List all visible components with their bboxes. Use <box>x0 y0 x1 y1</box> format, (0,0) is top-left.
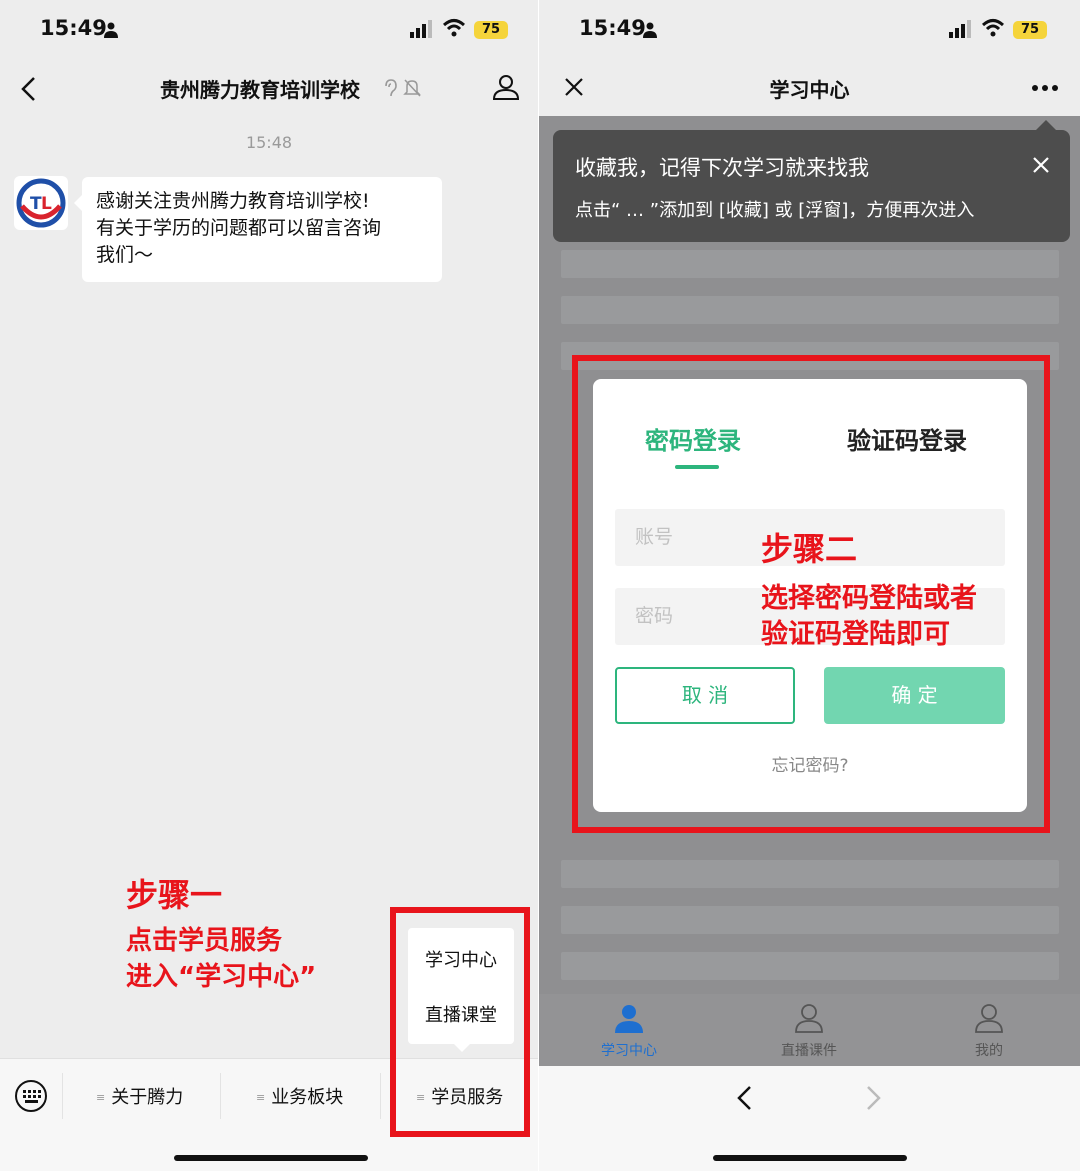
signal-icon <box>949 20 971 38</box>
placeholder-row <box>561 906 1059 934</box>
menu-label: 关于腾力 <box>111 1087 184 1108</box>
message-line: 感谢关注贵州腾力教育培训学校! <box>96 190 370 212</box>
placeholder-row <box>561 250 1059 278</box>
menu-divider <box>220 1073 221 1119</box>
placeholder-row <box>561 860 1059 888</box>
page-title: 学习中心 <box>769 78 850 102</box>
chat-title: 贵州腾力教育培训学校 <box>160 78 360 102</box>
study-center-screen: 15:49 75 学习中心 收藏我，记得下次学习就来找我 点击“ … ”添加到 … <box>539 0 1080 1171</box>
chat-info-user-icon[interactable] <box>492 73 520 101</box>
menu-about-tengli[interactable]: ≡ 关于腾力 <box>96 1083 183 1109</box>
person-icon <box>643 22 657 38</box>
tabbar-item-live-courseware[interactable]: 直播课件 <box>719 994 899 1066</box>
menu-label: 业务板块 <box>271 1087 344 1108</box>
tabbar-item-study-center[interactable]: 学习中心 <box>539 994 719 1066</box>
tip-title: 收藏我，记得下次学习就来找我 <box>575 156 869 180</box>
browser-back-icon[interactable] <box>735 1085 755 1111</box>
school-logo-avatar[interactable]: T L <box>14 176 68 230</box>
wechat-chat-screen: 15:49 75 贵州腾力教育培训学校 15:48 T L 感谢关注贵州腾力教育… <box>0 0 538 1171</box>
menu-divider <box>380 1073 381 1119</box>
wifi-icon <box>981 19 1005 37</box>
status-time: 15:49 <box>579 16 646 40</box>
tabbar-item-mine[interactable]: 我的 <box>899 994 1079 1066</box>
menu-divider <box>62 1073 63 1119</box>
message-line: 有关于学历的问题都可以留言咨询 <box>96 217 382 239</box>
step-one-title: 步骤一 <box>126 876 223 914</box>
menu-list-icon: ≡ <box>256 1091 266 1104</box>
placeholder-row <box>561 296 1059 324</box>
step-one-line: 进入“学习中心” <box>126 962 317 992</box>
home-indicator <box>713 1155 907 1161</box>
back-chevron-icon[interactable] <box>18 76 40 102</box>
tabbar-label: 学习中心 <box>601 1043 657 1059</box>
battery-indicator: 75 <box>1013 21 1047 39</box>
status-time: 15:49 <box>40 16 107 40</box>
wifi-icon <box>442 19 466 37</box>
signal-icon <box>410 20 432 38</box>
step-one-line: 点击学员服务 <box>126 926 283 956</box>
person-outline-icon <box>795 1004 823 1033</box>
browser-forward-icon[interactable] <box>863 1085 883 1111</box>
home-indicator <box>174 1155 368 1161</box>
person-filled-icon <box>615 1005 643 1033</box>
muted-bell-icon <box>403 79 421 97</box>
person-outline-icon <box>975 1004 1003 1033</box>
ear-icon <box>385 79 397 97</box>
step-one-highlight-box <box>390 907 530 1137</box>
status-bar: 15:49 75 <box>0 0 538 60</box>
more-options-icon[interactable] <box>1031 84 1059 92</box>
tabbar-label: 直播课件 <box>781 1043 837 1059</box>
bookmark-tip-banner: 收藏我，记得下次学习就来找我 点击“ … ”添加到 [收藏] 或 [浮窗]，方便… <box>553 120 1070 242</box>
message-line: 我们～ <box>96 244 154 266</box>
tip-subtitle: 点击“ … ”添加到 [收藏] 或 [浮窗]，方便再次进入 <box>575 200 975 221</box>
tabbar-label: 我的 <box>975 1043 1003 1059</box>
bottom-tab-bar: 学习中心 直播课件 我的 <box>539 994 1080 1066</box>
step-two-highlight-box <box>572 355 1050 833</box>
status-bar: 15:49 75 <box>539 0 1080 60</box>
message-bubble: 感谢关注贵州腾力教育培训学校! 有关于学历的问题都可以留言咨询 我们～ <box>74 177 442 282</box>
menu-list-icon: ≡ <box>96 1091 106 1104</box>
tip-close-icon[interactable] <box>1032 156 1050 174</box>
menu-business[interactable]: ≡ 业务板块 <box>256 1083 343 1109</box>
message-timestamp: 15:48 <box>245 133 293 152</box>
svg-text:L: L <box>41 194 52 214</box>
placeholder-row <box>561 952 1059 980</box>
keyboard-icon[interactable] <box>14 1079 48 1113</box>
person-icon <box>104 22 118 38</box>
battery-indicator: 75 <box>474 21 508 39</box>
web-view-header: 学习中心 <box>539 60 1080 116</box>
chat-header: 贵州腾力教育培训学校 <box>0 60 538 118</box>
